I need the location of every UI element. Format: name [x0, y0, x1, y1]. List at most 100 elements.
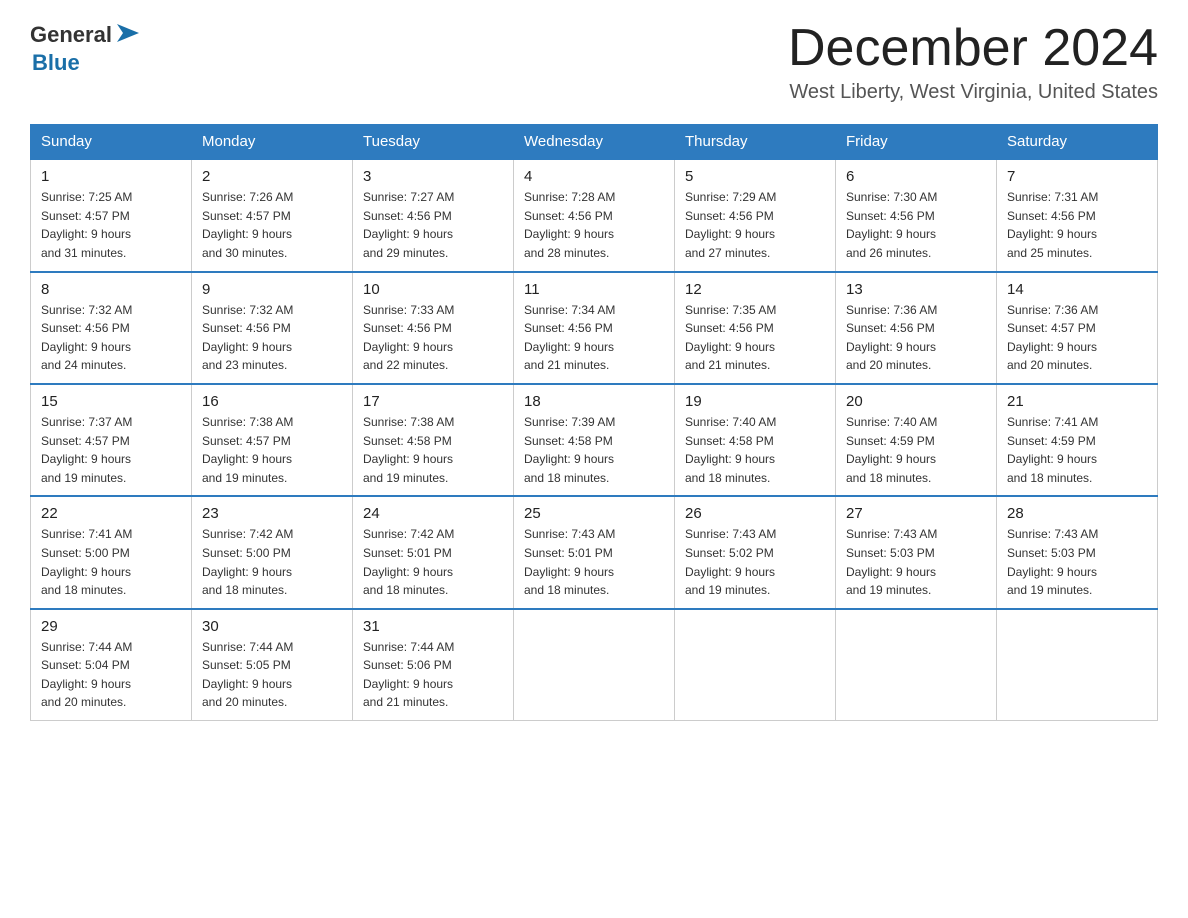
calendar-day-cell: 11 Sunrise: 7:34 AMSunset: 4:56 PMDayligh… — [514, 272, 675, 384]
calendar-day-cell: 9 Sunrise: 7:32 AMSunset: 4:56 PMDaylight… — [192, 272, 353, 384]
day-number: 27 — [846, 505, 986, 522]
calendar-day-cell: 12 Sunrise: 7:35 AMSunset: 4:56 PMDayligh… — [675, 272, 836, 384]
calendar-empty-cell — [675, 609, 836, 721]
calendar-week-row: 22 Sunrise: 7:41 AMSunset: 5:00 PMDayligh… — [31, 496, 1158, 608]
day-number: 2 — [202, 168, 342, 185]
day-number: 14 — [1007, 281, 1147, 298]
day-info: Sunrise: 7:28 AMSunset: 4:56 PMDaylight:… — [524, 190, 615, 260]
day-number: 1 — [41, 168, 181, 185]
day-info: Sunrise: 7:26 AMSunset: 4:57 PMDaylight:… — [202, 190, 293, 260]
day-info: Sunrise: 7:30 AMSunset: 4:56 PMDaylight:… — [846, 190, 937, 260]
calendar-day-cell: 29 Sunrise: 7:44 AMSunset: 5:04 PMDayligh… — [31, 609, 192, 721]
calendar-empty-cell — [514, 609, 675, 721]
calendar-day-cell: 10 Sunrise: 7:33 AMSunset: 4:56 PMDayligh… — [353, 272, 514, 384]
logo-blue: Blue — [32, 50, 80, 75]
header-monday: Monday — [192, 125, 353, 160]
calendar-day-cell: 2 Sunrise: 7:26 AMSunset: 4:57 PMDaylight… — [192, 159, 353, 271]
day-info: Sunrise: 7:34 AMSunset: 4:56 PMDaylight:… — [524, 303, 615, 373]
day-info: Sunrise: 7:43 AMSunset: 5:02 PMDaylight:… — [685, 527, 776, 597]
day-number: 11 — [524, 281, 664, 298]
logo-icon — [113, 18, 143, 48]
day-info: Sunrise: 7:43 AMSunset: 5:03 PMDaylight:… — [1007, 527, 1098, 597]
calendar-day-cell: 18Sunrise: 7:39 AMSunset: 4:58 PMDayligh… — [514, 384, 675, 496]
header-thursday: Thursday — [675, 125, 836, 160]
calendar-day-cell: 7Sunrise: 7:31 AMSunset: 4:56 PMDaylight… — [997, 159, 1158, 271]
calendar-empty-cell — [997, 609, 1158, 721]
day-info: Sunrise: 7:42 AMSunset: 5:00 PMDaylight:… — [202, 527, 293, 597]
day-number: 29 — [41, 618, 181, 635]
calendar-day-cell: 28 Sunrise: 7:43 AMSunset: 5:03 PMDayligh… — [997, 496, 1158, 608]
calendar-day-cell: 20Sunrise: 7:40 AMSunset: 4:59 PMDayligh… — [836, 384, 997, 496]
day-number: 17 — [363, 393, 503, 410]
day-info: Sunrise: 7:43 AMSunset: 5:01 PMDaylight:… — [524, 527, 615, 597]
day-number: 6 — [846, 168, 986, 185]
day-info: Sunrise: 7:44 AMSunset: 5:04 PMDaylight:… — [41, 640, 132, 710]
calendar-day-cell: 5Sunrise: 7:29 AMSunset: 4:56 PMDaylight… — [675, 159, 836, 271]
day-number: 22 — [41, 505, 181, 522]
day-number: 8 — [41, 281, 181, 298]
calendar-day-cell: 4 Sunrise: 7:28 AMSunset: 4:56 PMDaylight… — [514, 159, 675, 271]
day-number: 12 — [685, 281, 825, 298]
day-info: Sunrise: 7:39 AMSunset: 4:58 PMDaylight:… — [524, 415, 615, 485]
calendar-day-cell: 31 Sunrise: 7:44 AMSunset: 5:06 PMDayligh… — [353, 609, 514, 721]
day-info: Sunrise: 7:31 AMSunset: 4:56 PMDaylight:… — [1007, 190, 1098, 260]
calendar-day-cell: 26 Sunrise: 7:43 AMSunset: 5:02 PMDayligh… — [675, 496, 836, 608]
day-info: Sunrise: 7:43 AMSunset: 5:03 PMDaylight:… — [846, 527, 937, 597]
day-number: 20 — [846, 393, 986, 410]
day-number: 4 — [524, 168, 664, 185]
calendar-day-cell: 22 Sunrise: 7:41 AMSunset: 5:00 PMDayligh… — [31, 496, 192, 608]
day-info: Sunrise: 7:27 AMSunset: 4:56 PMDaylight:… — [363, 190, 454, 260]
day-number: 9 — [202, 281, 342, 298]
day-info: Sunrise: 7:44 AMSunset: 5:05 PMDaylight:… — [202, 640, 293, 710]
day-info: Sunrise: 7:38 AMSunset: 4:58 PMDaylight:… — [363, 415, 454, 485]
day-number: 28 — [1007, 505, 1147, 522]
day-info: Sunrise: 7:42 AMSunset: 5:01 PMDaylight:… — [363, 527, 454, 597]
header-tuesday: Tuesday — [353, 125, 514, 160]
header-wednesday: Wednesday — [514, 125, 675, 160]
day-number: 5 — [685, 168, 825, 185]
day-info: Sunrise: 7:38 AMSunset: 4:57 PMDaylight:… — [202, 415, 293, 485]
day-number: 31 — [363, 618, 503, 635]
day-number: 10 — [363, 281, 503, 298]
calendar-day-cell: 3 Sunrise: 7:27 AMSunset: 4:56 PMDaylight… — [353, 159, 514, 271]
calendar-week-row: 8 Sunrise: 7:32 AMSunset: 4:56 PMDaylight… — [31, 272, 1158, 384]
day-info: Sunrise: 7:41 AMSunset: 5:00 PMDaylight:… — [41, 527, 132, 597]
calendar-day-cell: 8 Sunrise: 7:32 AMSunset: 4:56 PMDaylight… — [31, 272, 192, 384]
day-number: 21 — [1007, 393, 1147, 410]
calendar-header-row: SundayMondayTuesdayWednesdayThursdayFrid… — [31, 125, 1158, 160]
calendar-week-row: 15 Sunrise: 7:37 AMSunset: 4:57 PMDayligh… — [31, 384, 1158, 496]
calendar-day-cell: 27 Sunrise: 7:43 AMSunset: 5:03 PMDayligh… — [836, 496, 997, 608]
logo: General Blue — [30, 20, 144, 76]
day-info: Sunrise: 7:35 AMSunset: 4:56 PMDaylight:… — [685, 303, 776, 373]
calendar-day-cell: 21Sunrise: 7:41 AMSunset: 4:59 PMDayligh… — [997, 384, 1158, 496]
day-info: Sunrise: 7:36 AMSunset: 4:57 PMDaylight:… — [1007, 303, 1098, 373]
day-info: Sunrise: 7:32 AMSunset: 4:56 PMDaylight:… — [41, 303, 132, 373]
day-info: Sunrise: 7:44 AMSunset: 5:06 PMDaylight:… — [363, 640, 454, 710]
logo-general: General — [30, 22, 112, 48]
day-number: 19 — [685, 393, 825, 410]
location-subtitle: West Liberty, West Virginia, United Stat… — [788, 81, 1158, 104]
day-info: Sunrise: 7:32 AMSunset: 4:56 PMDaylight:… — [202, 303, 293, 373]
calendar-empty-cell — [836, 609, 997, 721]
calendar-day-cell: 16 Sunrise: 7:38 AMSunset: 4:57 PMDayligh… — [192, 384, 353, 496]
day-info: Sunrise: 7:40 AMSunset: 4:58 PMDaylight:… — [685, 415, 776, 485]
day-info: Sunrise: 7:37 AMSunset: 4:57 PMDaylight:… — [41, 415, 132, 485]
day-number: 13 — [846, 281, 986, 298]
day-number: 15 — [41, 393, 181, 410]
calendar-day-cell: 1Sunrise: 7:25 AMSunset: 4:57 PMDaylight… — [31, 159, 192, 271]
calendar-day-cell: 24Sunrise: 7:42 AMSunset: 5:01 PMDayligh… — [353, 496, 514, 608]
day-number: 26 — [685, 505, 825, 522]
day-number: 25 — [524, 505, 664, 522]
calendar-week-row: 1Sunrise: 7:25 AMSunset: 4:57 PMDaylight… — [31, 159, 1158, 271]
header-saturday: Saturday — [997, 125, 1158, 160]
day-number: 23 — [202, 505, 342, 522]
calendar-day-cell: 14 Sunrise: 7:36 AMSunset: 4:57 PMDayligh… — [997, 272, 1158, 384]
calendar-day-cell: 17 Sunrise: 7:38 AMSunset: 4:58 PMDayligh… — [353, 384, 514, 496]
calendar-day-cell: 23 Sunrise: 7:42 AMSunset: 5:00 PMDayligh… — [192, 496, 353, 608]
day-number: 3 — [363, 168, 503, 185]
day-number: 16 — [202, 393, 342, 410]
day-info: Sunrise: 7:33 AMSunset: 4:56 PMDaylight:… — [363, 303, 454, 373]
month-year-title: December 2024 — [788, 20, 1158, 77]
calendar-day-cell: 30Sunrise: 7:44 AMSunset: 5:05 PMDayligh… — [192, 609, 353, 721]
header-sunday: Sunday — [31, 125, 192, 160]
